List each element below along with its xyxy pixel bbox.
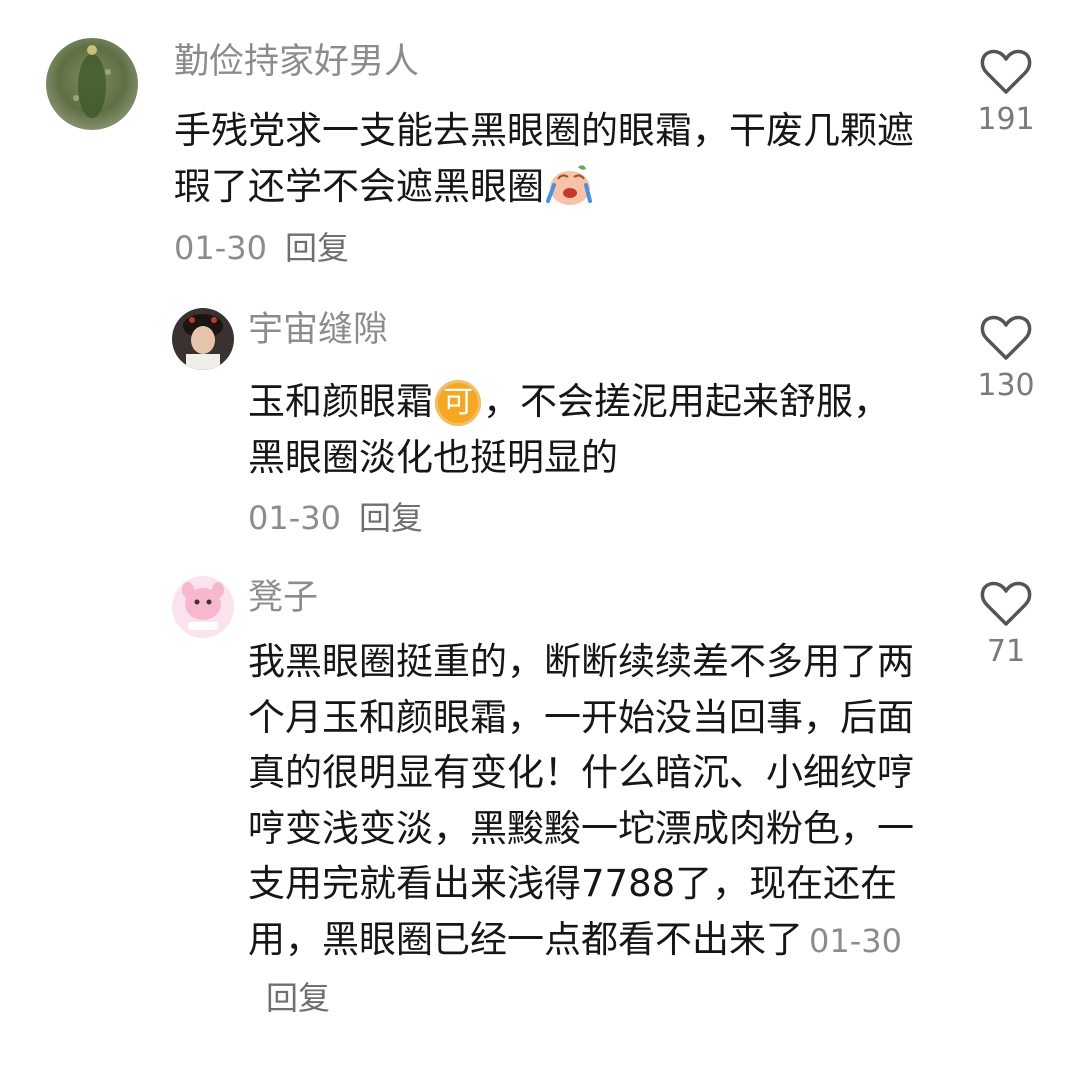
crying-laughing-face-emoji <box>544 161 594 207</box>
reply-button[interactable]: 回复 <box>285 229 349 267</box>
username[interactable]: 勤俭持家好男人 <box>174 42 419 82</box>
avatar[interactable] <box>172 576 234 638</box>
comment-meta: 01-30 回复 <box>174 228 349 268</box>
comment-item: 勤俭持家好男人 手残党求一支能去黑眼圈的眼霜，干废几颗遮瑕了还学不会遮黑眼圈 0… <box>0 0 1080 290</box>
like-count: 71 <box>986 634 1026 669</box>
comment-text: 我黑眼圈挺重的，断断续续差不多用了两个月玉和颜眼霜，一开始没当回事，后面真的很明… <box>248 634 920 1027</box>
like-button[interactable]: 130 <box>966 314 1046 404</box>
like-count: 191 <box>977 102 1035 137</box>
avatar[interactable] <box>46 38 138 130</box>
comment-item: 凳子 我黑眼圈挺重的，断断续续差不多用了两个月玉和颜眼霜，一开始没当回事，后面真… <box>0 560 1080 1069</box>
comment-item: 宇宙缝隙 玉和颜眼霜可，不会搓泥用起来舒服，黑眼圈淡化也挺明显的 01-30 回复… <box>0 290 1080 560</box>
avatar[interactable] <box>172 308 234 370</box>
comment-text-part: 玉和颜眼霜 <box>248 380 433 423</box>
comment-date: 01-30 <box>174 229 267 267</box>
like-button[interactable]: 191 <box>966 48 1046 138</box>
username[interactable]: 凳子 <box>248 578 318 618</box>
heart-icon <box>980 49 1032 94</box>
ke-emoji: 可 <box>435 380 481 426</box>
reply-button[interactable]: 回复 <box>359 499 423 537</box>
reply-button[interactable]: 回复 <box>266 979 330 1017</box>
comment-text-body: 我黑眼圈挺重的，断断续续差不多用了两个月玉和颜眼霜，一开始没当回事，后面真的很明… <box>248 640 914 961</box>
username[interactable]: 宇宙缝隙 <box>248 310 388 350</box>
heart-icon <box>980 315 1032 360</box>
comment-text: 玉和颜眼霜可，不会搓泥用起来舒服，黑眼圈淡化也挺明显的 <box>248 374 908 485</box>
comment-meta: 01-30 回复 <box>248 498 423 538</box>
comment-date: 01-30 <box>248 499 341 537</box>
heart-icon <box>980 581 1032 626</box>
like-button[interactable]: 71 <box>966 580 1046 670</box>
comment-date: 01-30 <box>809 921 902 960</box>
comment-text: 手残党求一支能去黑眼圈的眼霜，干废几颗遮瑕了还学不会遮黑眼圈 <box>174 103 934 214</box>
like-count: 130 <box>977 368 1035 403</box>
